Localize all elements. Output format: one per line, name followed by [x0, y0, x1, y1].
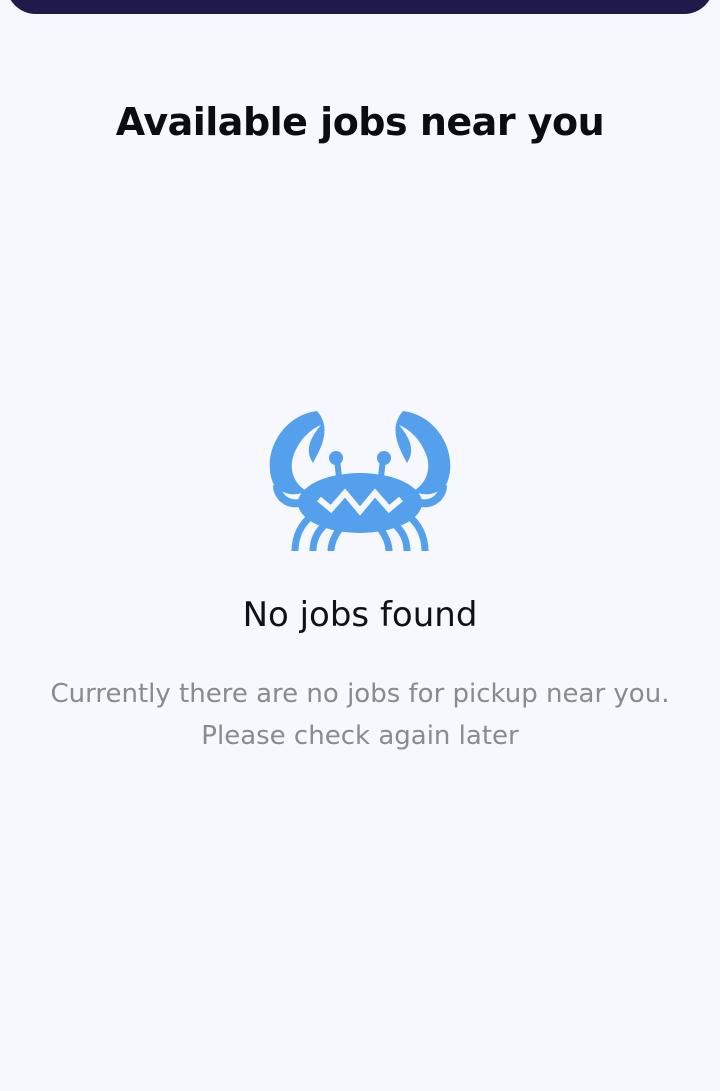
top-app-bar	[6, 0, 714, 14]
empty-state-message-line-2: Please check again later	[201, 721, 519, 751]
page-title: Available jobs near you	[115, 100, 605, 144]
empty-state-message: Currently there are no jobs for pickup n…	[30, 673, 690, 757]
empty-state: No jobs found Currently there are no job…	[0, 405, 720, 757]
crab-icon	[269, 411, 451, 552]
empty-state-message-line-1: Currently there are no jobs for pickup n…	[50, 679, 670, 709]
empty-state-heading: No jobs found	[242, 595, 478, 635]
